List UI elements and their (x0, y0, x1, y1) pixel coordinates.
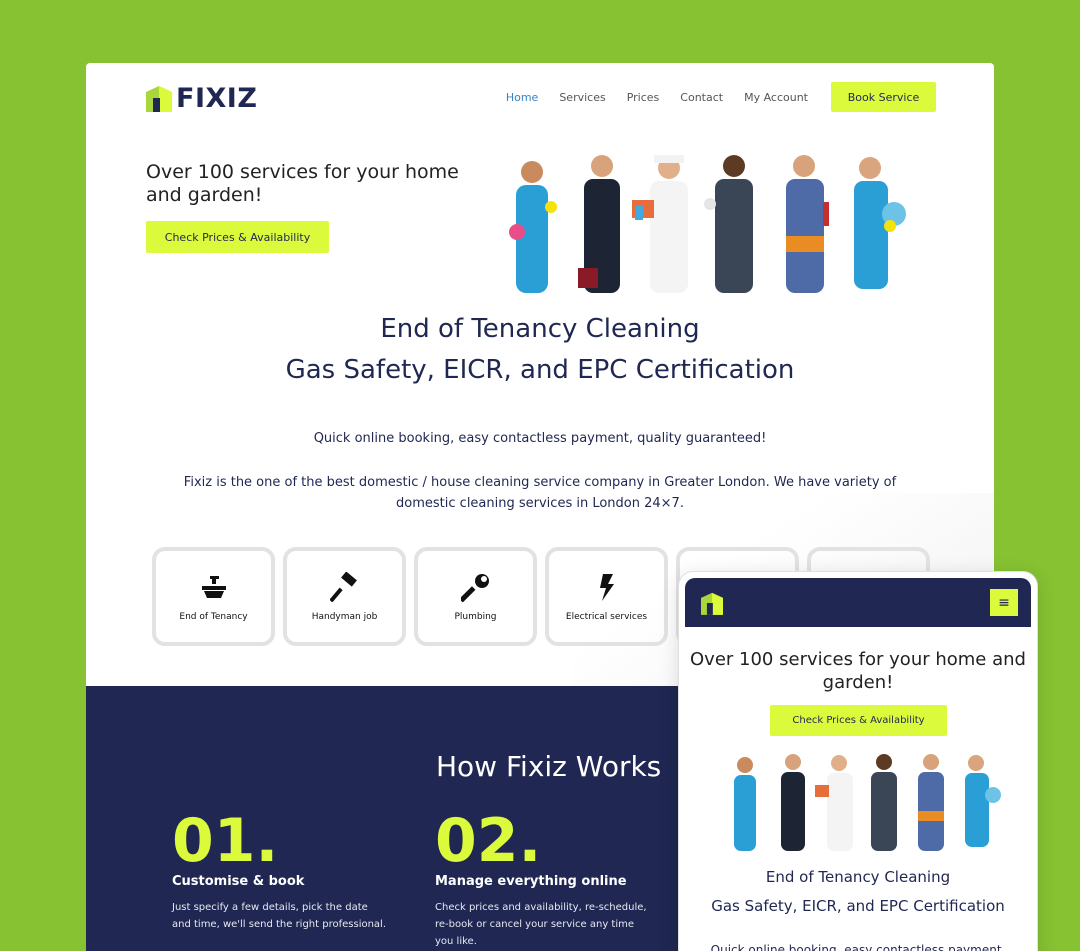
step-number: 02. (435, 806, 542, 876)
check-prices-button[interactable]: Check Prices & Availability (146, 221, 329, 253)
team-photo (509, 155, 906, 293)
mobile-navigation: FIXIZ ≡ (685, 578, 1031, 627)
nav-my-account[interactable]: My Account (744, 91, 808, 104)
hamburger-icon[interactable]: ≡ (990, 589, 1018, 616)
house-door-icon (701, 592, 723, 615)
heading-end-of-tenancy: End of Tenancy Cleaning (380, 314, 700, 344)
service-card-plumbing[interactable]: Plumbing (414, 547, 537, 646)
service-label: Plumbing (454, 611, 497, 622)
brand-name: FIXIZ (176, 82, 258, 114)
brand-name: FIXIZ (727, 590, 794, 615)
heading-gas-safety: Gas Safety, EICR, and EPC Certification (285, 355, 795, 385)
service-card-handyman[interactable]: Handyman job (283, 547, 406, 646)
mobile-heading-end-of-tenancy: End of Tenancy Cleaning (765, 868, 951, 886)
step-text: Just specify a few details, pick the dat… (172, 902, 387, 930)
step-title: Customise & book (172, 874, 305, 889)
mobile-heading-gas-safety: Gas Safety, EICR, and EPC Certification (711, 897, 1005, 915)
lightning-icon (592, 572, 622, 602)
mobile-preview: FIXIZ ≡ Over 100 services for your home … (679, 572, 1037, 951)
mobile-team-photo (734, 754, 1001, 851)
service-label: Electrical services (565, 611, 648, 622)
sink-icon (199, 572, 229, 602)
nav-prices[interactable]: Prices (627, 91, 660, 104)
book-service-button[interactable]: Book Service (831, 82, 936, 112)
how-it-works-title: How Fixiz Works (436, 750, 662, 783)
service-label: End of Tenancy (179, 611, 248, 622)
tagline: Quick online booking, easy contactless p… (313, 431, 767, 446)
mobile-screen: FIXIZ ≡ Over 100 services for your home … (685, 578, 1031, 951)
company-description: Fixiz is the one of the best domestic / … (183, 475, 897, 511)
house-door-icon (146, 86, 172, 112)
mobile-hero-headline: Over 100 services for your home and gard… (690, 649, 1026, 693)
service-label: Handyman job (311, 611, 378, 622)
mobile-logo[interactable]: FIXIZ (701, 590, 794, 615)
logo[interactable]: FIXIZ (146, 82, 257, 114)
mobile-tagline: Quick online booking, easy contactless p… (710, 943, 1006, 951)
step-1: 01. Customise & book Just specify a few … (172, 806, 387, 933)
service-card-end-of-tenancy[interactable]: End of Tenancy (152, 547, 275, 646)
main-menu: Home Services Prices Contact My Account … (485, 82, 936, 112)
wrench-icon (460, 572, 491, 602)
hero-headline: Over 100 services for your home and gard… (146, 161, 459, 206)
service-card-electrical[interactable]: Electrical services (545, 547, 668, 646)
nav-contact[interactable]: Contact (680, 91, 723, 104)
step-2: 02. Manage everything online Check price… (435, 806, 650, 950)
nav-home[interactable]: Home (506, 91, 538, 104)
hammer-icon (329, 571, 360, 602)
top-navigation: FIXIZ Home Services Prices Contact My Ac… (86, 63, 994, 133)
step-number: 01. (172, 806, 279, 876)
step-text: Check prices and availability, re-schedu… (435, 902, 647, 947)
nav-services[interactable]: Services (559, 91, 605, 104)
mobile-check-prices-button[interactable]: Check Prices & Availability (770, 705, 947, 736)
step-title: Manage everything online (435, 874, 627, 889)
